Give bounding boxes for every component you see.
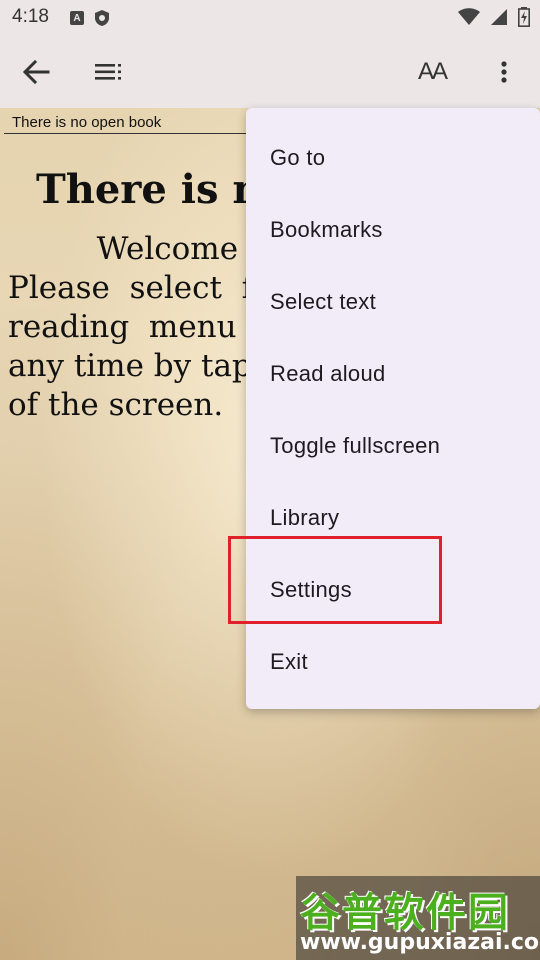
- font-size-icon: AA: [417, 58, 448, 85]
- overflow-menu: Go to Bookmarks Select text Read aloud T…: [246, 108, 540, 709]
- list-icon: [95, 64, 121, 80]
- status-icons-right: [458, 7, 530, 27]
- back-button[interactable]: [14, 50, 58, 94]
- menu-item-library[interactable]: Library: [246, 482, 540, 554]
- menu-item-settings[interactable]: Settings: [246, 554, 540, 626]
- shield-icon: [95, 10, 109, 26]
- wifi-icon: [458, 8, 480, 25]
- arrow-left-icon: [22, 59, 50, 85]
- menu-item-select-text[interactable]: Select text: [246, 266, 540, 338]
- menu-item-exit[interactable]: Exit: [246, 626, 540, 698]
- table-of-contents-button[interactable]: [86, 50, 130, 94]
- a-box-icon: A: [70, 11, 84, 25]
- more-vert-icon: [501, 61, 507, 83]
- status-time: 4:18: [12, 6, 49, 27]
- watermark-url: www.gupuxiazai.com: [300, 930, 540, 955]
- menu-item-bookmarks[interactable]: Bookmarks: [246, 194, 540, 266]
- menu-item-toggle-fullscreen[interactable]: Toggle fullscreen: [246, 410, 540, 482]
- status-icons-left: A: [70, 9, 110, 27]
- app-toolbar: AA: [0, 36, 540, 108]
- battery-icon: [518, 7, 530, 27]
- status-bar: 4:18 A: [0, 0, 540, 36]
- overflow-menu-button[interactable]: [482, 50, 526, 94]
- menu-item-go-to[interactable]: Go to: [246, 122, 540, 194]
- signal-icon: [491, 9, 507, 25]
- book-header: There is no open book: [4, 114, 264, 134]
- menu-item-read-aloud[interactable]: Read aloud: [246, 338, 540, 410]
- book-title: There is n: [36, 166, 262, 213]
- font-size-button[interactable]: AA: [410, 50, 454, 94]
